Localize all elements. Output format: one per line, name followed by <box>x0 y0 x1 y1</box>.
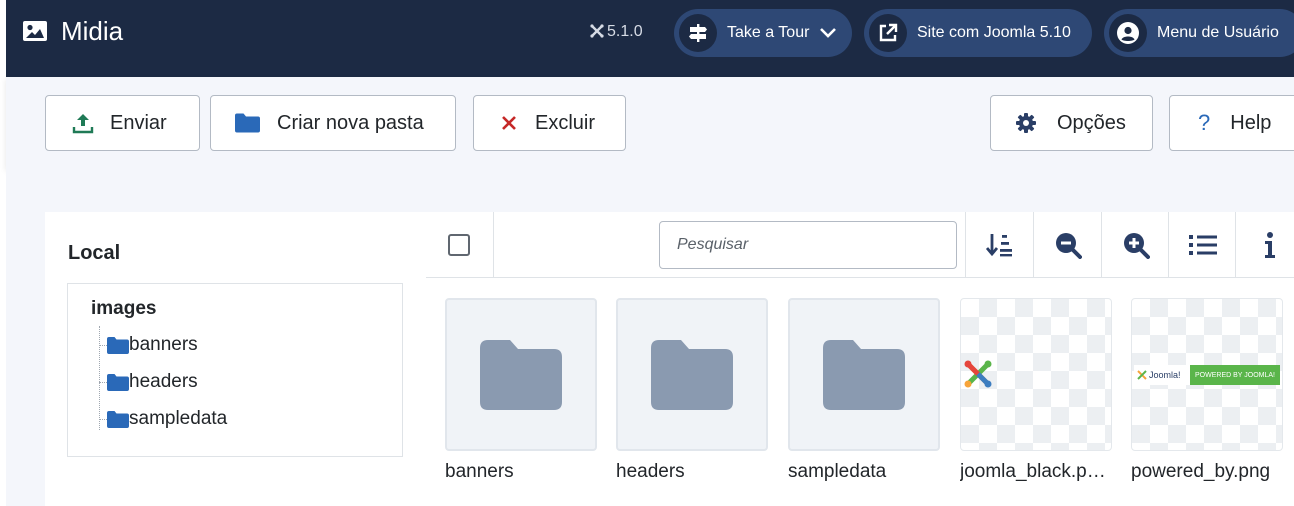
tree-item-label: sampledata <box>129 408 228 429</box>
sidebar-panel: Local images banners headers sampledata <box>45 212 426 506</box>
sort-button[interactable] <box>966 212 1033 278</box>
take-tour-label: Take a Tour <box>727 24 810 41</box>
image-icon <box>23 21 47 41</box>
powered-by-banner: Joomla! POWERED BY JOOMLA! <box>1134 365 1280 385</box>
zoom-in-icon <box>1123 233 1150 259</box>
info-icon <box>1264 232 1275 258</box>
folder-thumbnail <box>445 298 597 451</box>
upload-icon <box>72 112 94 134</box>
help-label: Help <box>1230 111 1272 134</box>
tree-item-label: headers <box>129 371 198 392</box>
page-title: Midia <box>61 16 124 46</box>
delete-button[interactable]: Excluir <box>473 95 626 151</box>
search-input[interactable] <box>659 221 957 269</box>
zoom-out-button[interactable] <box>1034 212 1101 278</box>
options-label: Opções <box>1057 111 1126 134</box>
help-button[interactable]: ? Help <box>1169 95 1294 151</box>
media-item-image[interactable]: joomla_black.p… <box>960 298 1112 483</box>
upload-button[interactable]: Enviar <box>45 95 200 151</box>
signpost-icon <box>679 14 717 52</box>
media-item-name: joomla_black.p… <box>960 461 1106 482</box>
new-folder-label: Criar nova pasta <box>277 111 424 134</box>
media-browser: banners headers sampledata <box>426 212 1294 506</box>
external-link-icon <box>869 14 907 52</box>
folder-icon <box>107 373 129 391</box>
list-view-button[interactable] <box>1169 212 1236 278</box>
joomla-icon <box>590 24 604 38</box>
upload-label: Enviar <box>110 111 167 134</box>
user-menu-button[interactable]: Menu de Usuário <box>1104 9 1294 57</box>
image-thumbnail <box>960 298 1112 451</box>
sort-icon <box>985 234 1012 257</box>
media-item-folder[interactable]: banners <box>445 298 597 483</box>
media-item-name: sampledata <box>788 461 887 482</box>
sidebar-heading: Local <box>68 242 121 264</box>
folder-icon <box>480 339 562 410</box>
new-folder-button[interactable]: Criar nova pasta <box>210 95 456 151</box>
delete-label: Excluir <box>535 111 596 134</box>
header-bar: Midia 5.1.0 Take a Tour Site com Joomla … <box>6 0 1294 77</box>
folder-icon <box>107 336 129 354</box>
view-site-button[interactable]: Site com Joomla 5.10 <box>864 9 1092 57</box>
tree-item-headers[interactable]: headers <box>99 370 198 394</box>
browser-toolbar <box>426 212 1294 278</box>
folder-icon <box>107 410 129 428</box>
tree-root-images[interactable]: images <box>91 298 156 320</box>
media-item-folder[interactable]: sampledata <box>788 298 940 483</box>
tree-item-banners[interactable]: banners <box>99 333 198 357</box>
options-button[interactable]: Opções <box>990 95 1153 151</box>
zoom-out-icon <box>1055 233 1082 259</box>
joomla-icon <box>1137 370 1147 380</box>
media-item-name: headers <box>616 461 685 482</box>
folder-icon <box>823 339 905 410</box>
image-thumbnail: Joomla! POWERED BY JOOMLA! <box>1131 298 1283 451</box>
media-item-name: powered_by.png <box>1131 461 1271 482</box>
user-icon <box>1109 14 1147 52</box>
toolbar: Enviar Criar nova pasta Excluir Opções ?… <box>6 77 1294 169</box>
gear-icon <box>1015 112 1037 134</box>
joomla-logo <box>964 360 992 388</box>
zoom-in-button[interactable] <box>1102 212 1169 278</box>
folder-tree: images banners headers sampledata <box>67 283 403 457</box>
version-label: 5.1.0 <box>590 23 643 41</box>
powered-by-text: POWERED BY JOOMLA! <box>1190 365 1280 385</box>
tree-item-label: banners <box>129 334 198 355</box>
close-icon <box>501 115 517 131</box>
media-item-image[interactable]: Joomla! POWERED BY JOOMLA! powered_by.pn… <box>1131 298 1283 483</box>
view-site-label: Site com Joomla 5.10 <box>917 24 1071 41</box>
take-tour-button[interactable]: Take a Tour <box>674 9 852 57</box>
tree-item-sampledata[interactable]: sampledata <box>99 407 227 431</box>
user-menu-label: Menu de Usuário <box>1157 24 1279 41</box>
folder-thumbnail <box>788 298 940 451</box>
version-text: 5.1.0 <box>607 23 643 40</box>
folder-thumbnail <box>616 298 768 451</box>
powered-by-logo-text: Joomla! <box>1149 370 1181 380</box>
list-icon <box>1188 235 1217 255</box>
info-button[interactable] <box>1236 212 1294 278</box>
chevron-down-icon <box>820 28 837 38</box>
media-item-folder[interactable]: headers <box>616 298 768 483</box>
question-icon: ? <box>1198 110 1211 135</box>
select-all-checkbox[interactable] <box>448 234 470 256</box>
folder-icon <box>651 339 733 410</box>
folder-icon <box>235 113 260 133</box>
media-item-name: banners <box>445 461 514 482</box>
